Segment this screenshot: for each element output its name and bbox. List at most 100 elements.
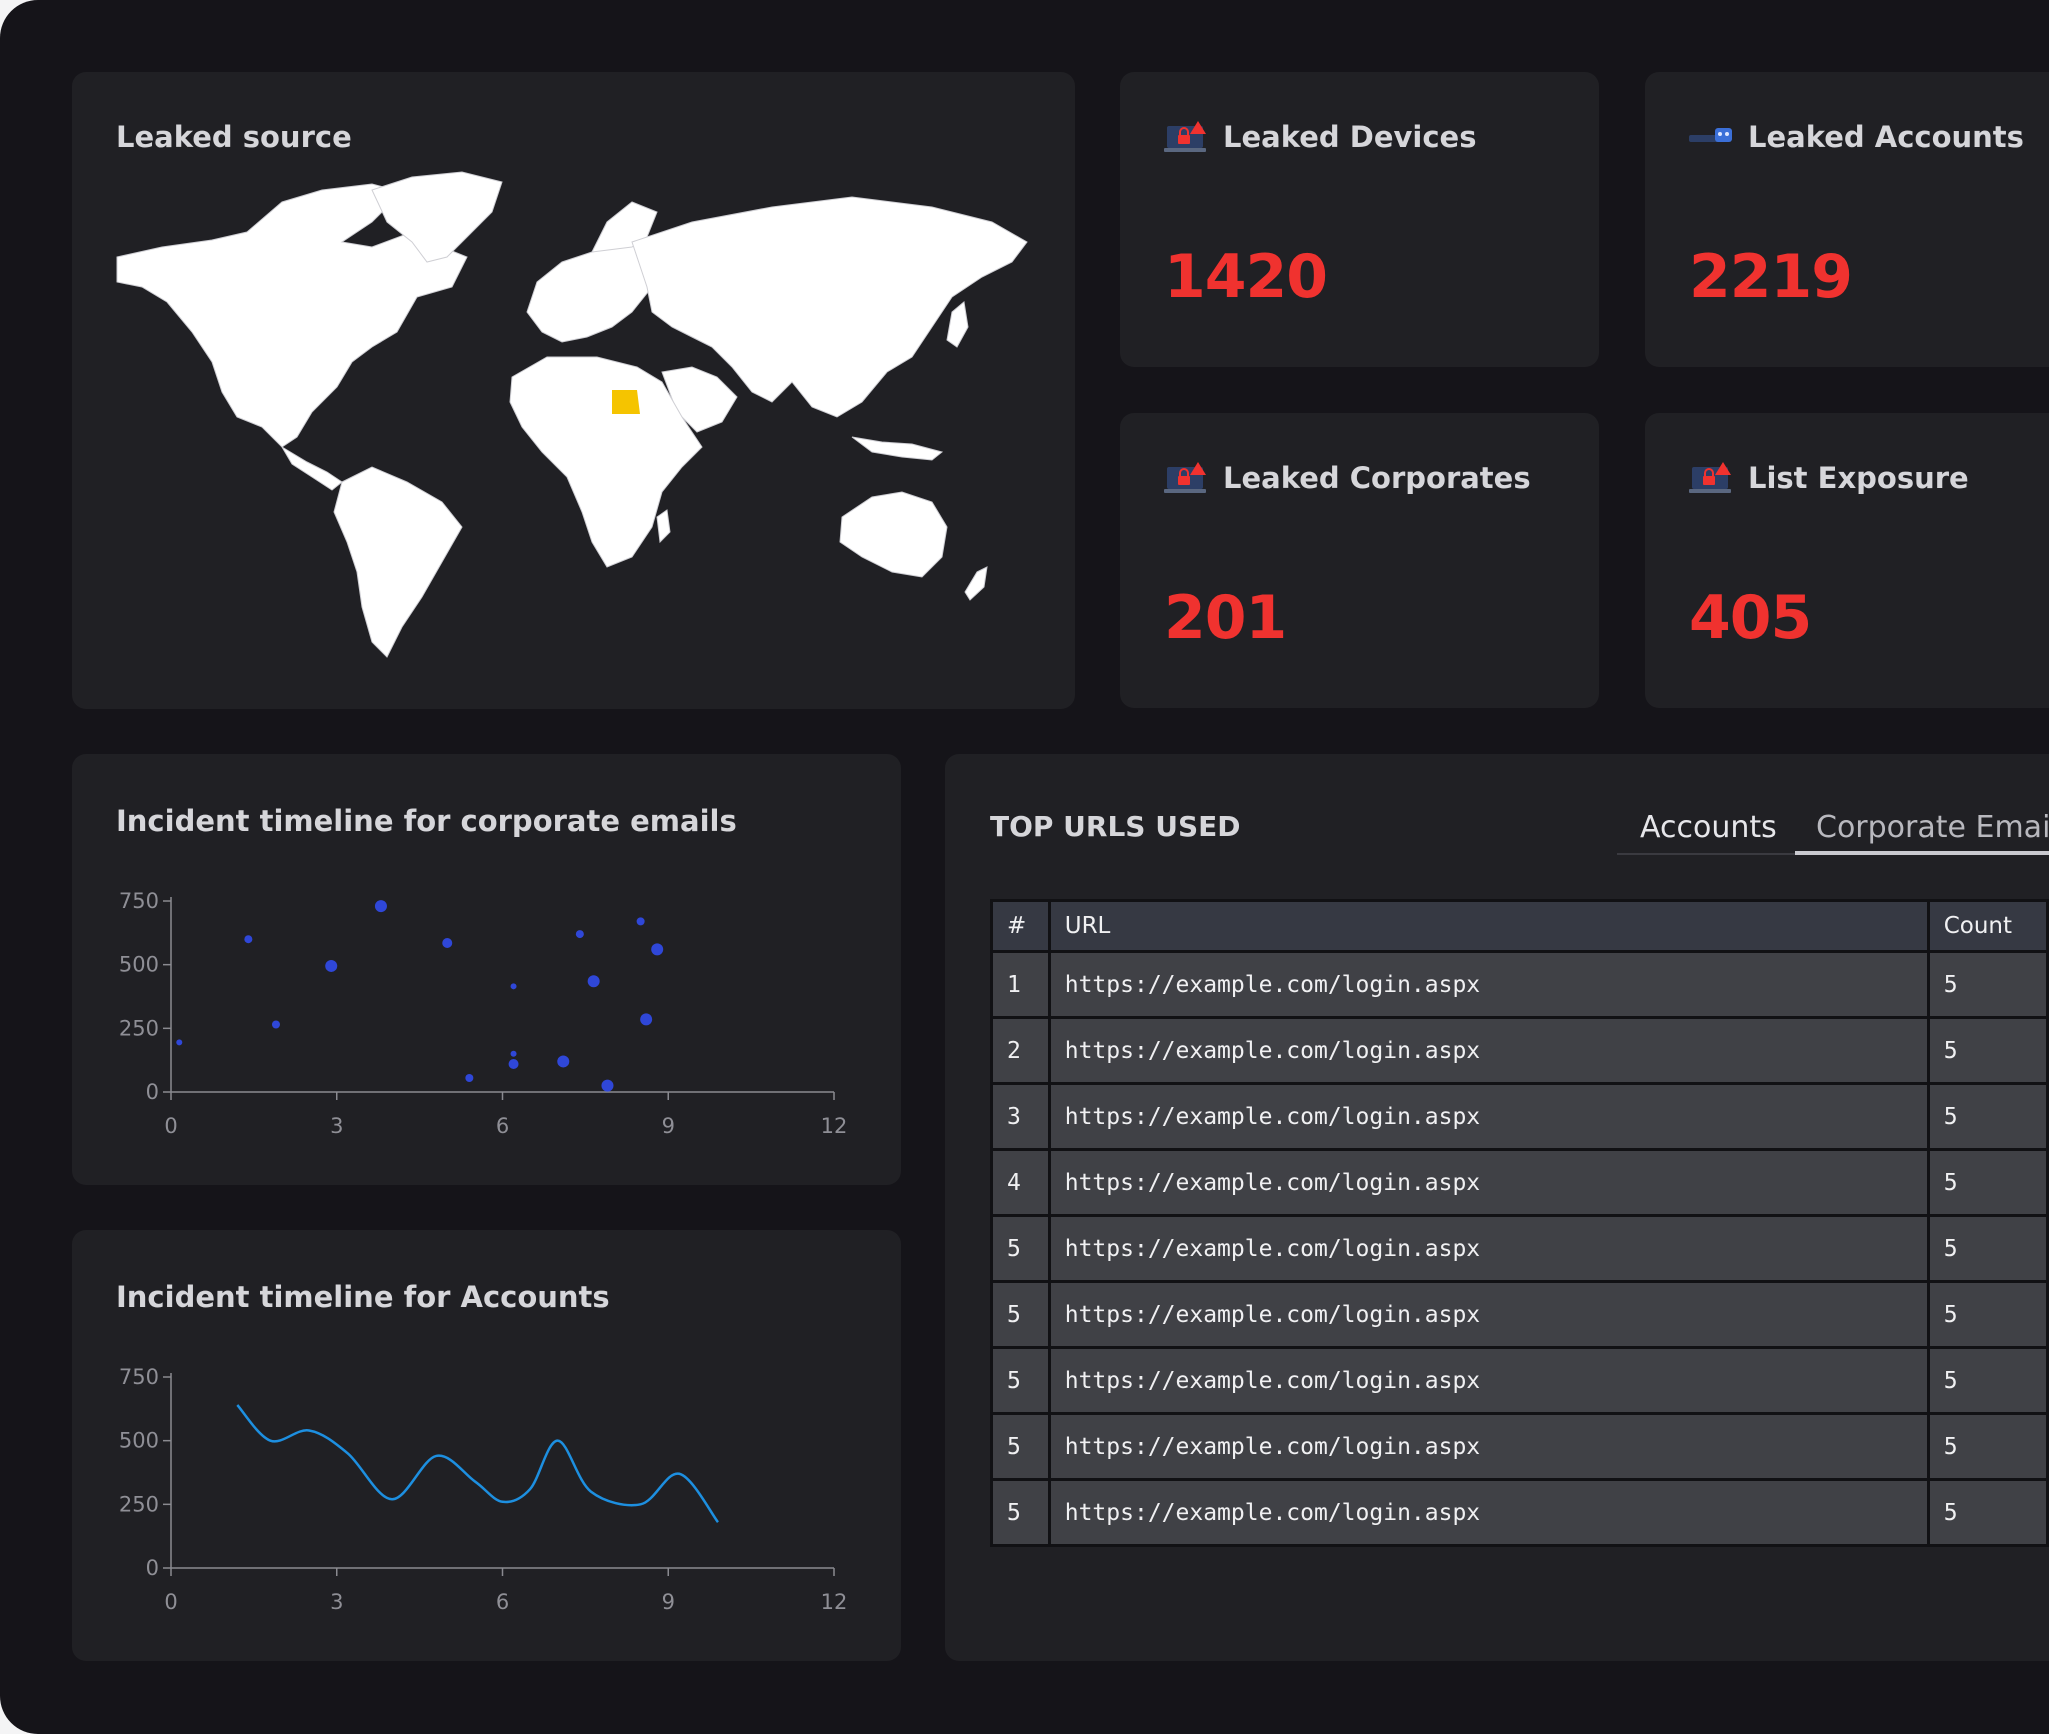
x-tick-label: 3: [330, 1590, 343, 1614]
row-count: 5: [1926, 1412, 2049, 1481]
row-index: 5: [990, 1346, 1051, 1415]
lock-laptop-icon: [1164, 462, 1206, 493]
x-tick-label: 12: [821, 1590, 848, 1614]
row-url[interactable]: https://example.com/login.aspx: [1047, 1346, 1930, 1415]
accounts-timeline-card: Incident timeline for Accounts 0 250 500 75…: [72, 1230, 901, 1661]
table-row[interactable]: 5 https://example.com/login.aspx 5: [990, 1214, 2049, 1283]
map-central-america: [281, 446, 343, 491]
tab-accounts[interactable]: Accounts: [1640, 810, 1777, 845]
y-tick-label: 250: [119, 1492, 159, 1516]
table-row[interactable]: 5 https://example.com/login.aspx 5: [990, 1346, 2049, 1415]
scatter-point: [587, 975, 600, 988]
column-header-count[interactable]: Count: [1926, 899, 2049, 953]
top-urls-table: # URL Count 1 https://example.com/login.…: [990, 899, 2049, 1547]
scatter-point: [651, 943, 664, 956]
stat-title: Leaked Accounts: [1748, 120, 2024, 154]
map-japan: [946, 301, 969, 348]
scatter-point: [510, 983, 517, 990]
scatter-point: [325, 959, 338, 972]
map-new-zealand: [964, 566, 988, 601]
scatter-point: [510, 1050, 517, 1057]
row-count: 5: [1926, 1082, 2049, 1151]
y-tick-label: 250: [119, 1016, 159, 1040]
table-row[interactable]: 5 https://example.com/login.aspx 5: [990, 1412, 2049, 1481]
row-index: 3: [990, 1082, 1051, 1151]
scatter-point: [508, 1058, 519, 1069]
scatter-chart: 0 250 500 750 0 3 6 9 12: [119, 889, 848, 1138]
line-chart: 0 250 500 750 0 3 6 9 12: [119, 1365, 848, 1614]
tab-corporate-emails[interactable]: Corporate Emails: [1816, 810, 2049, 845]
map-indonesia: [851, 436, 944, 461]
row-url[interactable]: https://example.com/login.aspx: [1047, 1148, 1930, 1217]
stat-title: Leaked Devices: [1223, 120, 1477, 154]
y-tick-label: 0: [146, 1080, 159, 1104]
row-url[interactable]: https://example.com/login.aspx: [1047, 1016, 1930, 1085]
x-tick-label: 6: [496, 1114, 509, 1138]
table-row[interactable]: 5 https://example.com/login.aspx 5: [990, 1478, 2049, 1547]
row-index: 4: [990, 1148, 1051, 1217]
row-url[interactable]: https://example.com/login.aspx: [1047, 1082, 1930, 1151]
scatter-point: [601, 1079, 614, 1092]
y-tick-label: 500: [119, 1429, 159, 1453]
account-card-icon: [1689, 128, 1732, 142]
map-madagascar: [656, 509, 671, 544]
corporate-emails-timeline-card: Incident timeline for corporate emails 0…: [72, 754, 901, 1185]
row-count: 5: [1926, 1280, 2049, 1349]
dashboard: Leaked source Leaked Devices 1420 Leaked…: [0, 0, 2049, 1734]
x-tick-label: 3: [330, 1114, 343, 1138]
row-url[interactable]: https://example.com/login.aspx: [1047, 1478, 1930, 1547]
y-tick-label: 500: [119, 953, 159, 977]
table-header-row: # URL Count: [990, 899, 2049, 953]
table-row[interactable]: 4 https://example.com/login.aspx 5: [990, 1148, 2049, 1217]
table-row[interactable]: 3 https://example.com/login.aspx 5: [990, 1082, 2049, 1151]
scatter-point: [271, 1020, 280, 1029]
scatter-point: [442, 938, 453, 949]
table-row[interactable]: 1 https://example.com/login.aspx 5: [990, 950, 2049, 1019]
x-tick-label: 9: [662, 1590, 675, 1614]
scatter-point: [636, 917, 645, 926]
column-header-index[interactable]: #: [990, 899, 1051, 953]
scatter-point: [557, 1055, 570, 1068]
x-tick-label: 9: [662, 1114, 675, 1138]
world-map[interactable]: [72, 72, 1075, 709]
map-highlight-country[interactable]: [612, 390, 640, 414]
row-index: 2: [990, 1016, 1051, 1085]
row-count: 5: [1926, 1346, 2049, 1415]
stat-value: 1420: [1164, 242, 1328, 312]
scatter-point: [374, 900, 387, 913]
x-tick-label: 0: [164, 1590, 177, 1614]
row-count: 5: [1926, 1148, 2049, 1217]
row-url[interactable]: https://example.com/login.aspx: [1047, 1412, 1930, 1481]
scatter-point: [640, 1013, 653, 1026]
scatter-point: [465, 1073, 474, 1082]
scatter-point: [575, 930, 584, 939]
x-tick-label: 6: [496, 1590, 509, 1614]
row-count: 5: [1926, 1478, 2049, 1547]
scatter-point: [244, 935, 253, 944]
row-url[interactable]: https://example.com/login.aspx: [1047, 1214, 1930, 1283]
row-index: 5: [990, 1412, 1051, 1481]
row-index: 1: [990, 950, 1051, 1019]
y-tick-label: 750: [119, 1365, 159, 1389]
tab-active-indicator: [1795, 851, 2049, 855]
x-tick-label: 12: [821, 1114, 848, 1138]
table-row[interactable]: 2 https://example.com/login.aspx 5: [990, 1016, 2049, 1085]
column-header-url[interactable]: URL: [1047, 899, 1930, 953]
table-row[interactable]: 5 https://example.com/login.aspx 5: [990, 1280, 2049, 1349]
scatter-point: [176, 1039, 183, 1046]
lock-laptop-icon: [1689, 462, 1731, 493]
row-url[interactable]: https://example.com/login.aspx: [1047, 950, 1930, 1019]
x-tick-label: 0: [164, 1114, 177, 1138]
stat-card-leaked-corporates: Leaked Corporates 201: [1120, 413, 1599, 708]
stat-value: 405: [1689, 583, 1812, 653]
row-count: 5: [1926, 1214, 2049, 1283]
top-urls-title: TOP URLS USED: [990, 810, 1241, 843]
stat-card-leaked-accounts: Leaked Accounts 2219: [1645, 72, 2049, 367]
row-index: 5: [990, 1214, 1051, 1283]
row-url[interactable]: https://example.com/login.aspx: [1047, 1280, 1930, 1349]
accounts-series-line: [236, 1404, 719, 1523]
stat-title: Leaked Corporates: [1223, 461, 1531, 495]
stat-value: 201: [1164, 583, 1287, 653]
leaked-source-card: Leaked source: [72, 72, 1075, 709]
y-tick-label: 750: [119, 889, 159, 913]
